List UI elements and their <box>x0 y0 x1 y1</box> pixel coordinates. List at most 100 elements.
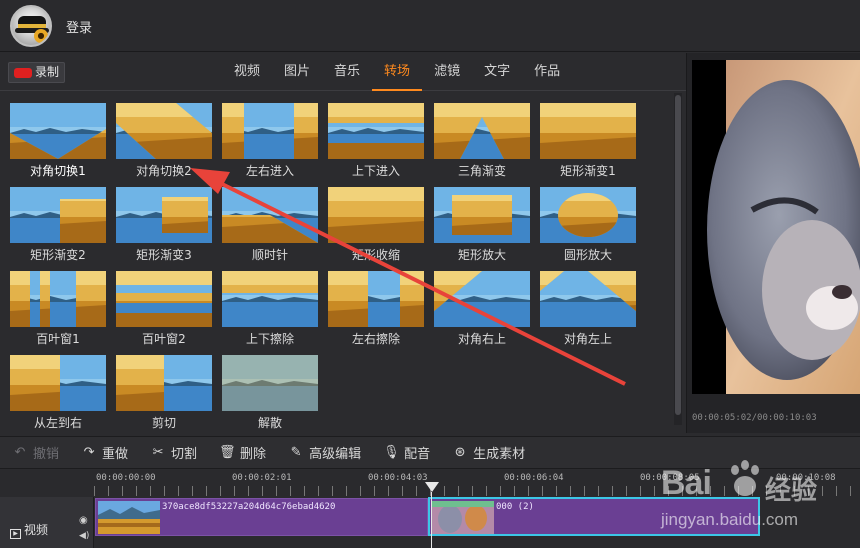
transition-thumbnail <box>328 187 424 243</box>
transition-thumbnail <box>116 355 212 411</box>
clip-name: 370ace8df53227a204d64c76ebad4620 <box>162 502 336 512</box>
transition-item[interactable]: 矩形收缩 <box>327 186 425 264</box>
toolbar-button-label: 配音 <box>404 447 431 462</box>
transition-label: 圆形放大 <box>563 248 612 262</box>
ruler-tick-label: 00:00:04:03 <box>368 473 428 483</box>
transition-item[interactable]: 三角渐变 <box>433 102 531 180</box>
transition-label: 百叶窗2 <box>142 332 186 346</box>
toolbar-button-0[interactable]: ↶ 撤销 <box>12 443 59 463</box>
eye-icon[interactable]: ◉ <box>79 515 88 526</box>
timeline-clip-selected[interactable]: 000 (2) <box>428 497 760 536</box>
toolbar-button-label: 重做 <box>102 447 129 462</box>
trash-icon: 🗑 <box>219 444 236 460</box>
transition-item[interactable]: 上下进入 <box>327 102 425 180</box>
preview-screen <box>692 60 860 394</box>
ruler-tick-label: 00:00:06:04 <box>504 473 564 483</box>
transition-label: 对角右上 <box>457 332 506 346</box>
preview-frame-image <box>692 60 860 394</box>
transition-thumbnail <box>328 103 424 159</box>
timeline-clip[interactable]: 370ace8df53227a204d64c76ebad4620 <box>95 498 428 536</box>
track-label-text: 视频 <box>24 523 49 537</box>
toolbar-button-label: 删除 <box>240 447 267 462</box>
transition-label: 对角切换2 <box>136 164 192 178</box>
transition-item[interactable]: 对角切换2 <box>115 102 213 180</box>
record-button[interactable]: 录制 <box>8 62 65 83</box>
tab-2[interactable]: 音乐 <box>322 53 372 91</box>
tab-4[interactable]: 滤镜 <box>422 53 472 91</box>
transition-thumbnail <box>434 271 530 327</box>
transition-thumbnail <box>540 187 636 243</box>
transition-item[interactable]: 对角左上 <box>539 270 637 348</box>
transition-item[interactable]: 百叶窗1 <box>9 270 107 348</box>
transition-item[interactable]: 百叶窗2 <box>115 270 213 348</box>
transition-grid: 对角切换1 对角切换2 左右进入 上下进入 三角渐变 矩形渐变1 矩形渐变2 矩形渐变3 顺时针… <box>0 91 674 431</box>
transition-item[interactable]: 顺时针 <box>221 186 319 264</box>
tab-3[interactable]: 转场 <box>372 53 423 91</box>
record-label: 录制 <box>35 65 60 79</box>
play-icon: ▶ <box>10 529 21 539</box>
transition-thumbnail <box>222 103 318 159</box>
ruler-tick-label: 00:00:10:08 <box>776 473 836 483</box>
playhead-line <box>431 492 432 548</box>
transition-label: 百叶窗1 <box>36 332 80 346</box>
category-tabs: 视频 图片 音乐 转场 滤镜 文字 作品 <box>222 53 572 91</box>
clip-thumbnail <box>432 501 494 534</box>
toolbar-button-4[interactable]: ✎ 高级编辑 <box>288 443 361 463</box>
transition-label: 矩形渐变2 <box>30 248 86 262</box>
tab-1[interactable]: 图片 <box>272 53 322 91</box>
transition-thumbnail <box>434 187 530 243</box>
transition-item[interactable]: 矩形渐变2 <box>9 186 107 264</box>
edit-toolbar: ↶ 撤销 ↷ 重做 ✂ 切割 🗑 删除 ✎ 高级编辑 🎙 配音 ⊛ 生成素材 <box>0 436 860 469</box>
speaker-icon[interactable]: ◀) <box>79 531 89 541</box>
transition-label: 矩形渐变1 <box>560 164 616 178</box>
transition-label: 对角切换1 <box>30 164 86 178</box>
film-reel-icon: ⊛ <box>454 444 466 460</box>
transition-thumbnail <box>222 271 318 327</box>
scrollbar[interactable] <box>674 93 682 425</box>
transition-label: 三角渐变 <box>457 164 506 178</box>
redo-icon: ↷ <box>83 444 95 460</box>
transition-thumbnail <box>10 103 106 159</box>
transition-item[interactable]: 从左到右 <box>9 354 107 432</box>
scrollbar-thumb[interactable] <box>675 95 681 415</box>
transition-item[interactable]: 对角切换1 <box>9 102 107 180</box>
toolbar-button-5[interactable]: 🎙 配音 <box>383 443 431 463</box>
transition-item[interactable]: 圆形放大 <box>539 186 637 264</box>
video-track-label: ▶ 视频 <box>10 521 48 539</box>
transition-item[interactable]: 对角右上 <box>433 270 531 348</box>
transition-item[interactable]: 矩形渐变1 <box>539 102 637 180</box>
toolbar-button-6[interactable]: ⊛ 生成素材 <box>452 443 525 463</box>
playhead-handle[interactable] <box>425 482 439 492</box>
transition-thumbnail <box>540 103 636 159</box>
transition-item[interactable]: 矩形渐变3 <box>115 186 213 264</box>
transition-item[interactable]: 矩形放大 <box>433 186 531 264</box>
login-link[interactable]: 登录 <box>66 17 92 36</box>
tab-5[interactable]: 文字 <box>472 53 522 91</box>
tab-0[interactable]: 视频 <box>222 53 272 91</box>
tab-bar: 录制 视频 图片 音乐 转场 滤镜 文字 作品 <box>0 53 686 91</box>
transition-label: 矩形收缩 <box>351 248 400 262</box>
transition-label: 解散 <box>257 416 282 430</box>
transition-thumbnail <box>116 271 212 327</box>
toolbar-button-2[interactable]: ✂ 切割 <box>150 443 197 463</box>
toolbar-button-3[interactable]: 🗑 删除 <box>219 443 267 463</box>
timeline: 00:00:00:00 00:00:02:01 00:00:04:03 00:00:0… <box>0 470 860 548</box>
transition-item[interactable]: 左右进入 <box>221 102 319 180</box>
transition-thumbnail <box>10 271 106 327</box>
transition-thumbnail <box>540 271 636 327</box>
transition-item[interactable]: 解散 <box>221 354 319 432</box>
avatar[interactable]: ● <box>10 5 52 47</box>
transition-item[interactable]: 上下擦除 <box>221 270 319 348</box>
microphone-icon: 🎙 <box>383 444 400 460</box>
transition-item[interactable]: 左右擦除 <box>327 270 425 348</box>
transition-item[interactable]: 剪切 <box>115 354 213 432</box>
transition-label: 剪切 <box>151 416 176 430</box>
transition-label: 从左到右 <box>33 416 82 430</box>
transition-thumbnail <box>116 187 212 243</box>
tab-6[interactable]: 作品 <box>522 53 572 91</box>
transition-thumbnail <box>222 187 318 243</box>
toolbar-button-1[interactable]: ↷ 重做 <box>81 443 129 463</box>
title-bar: ● 登录 <box>0 0 860 52</box>
transition-thumbnail <box>434 103 530 159</box>
transition-thumbnail <box>328 271 424 327</box>
